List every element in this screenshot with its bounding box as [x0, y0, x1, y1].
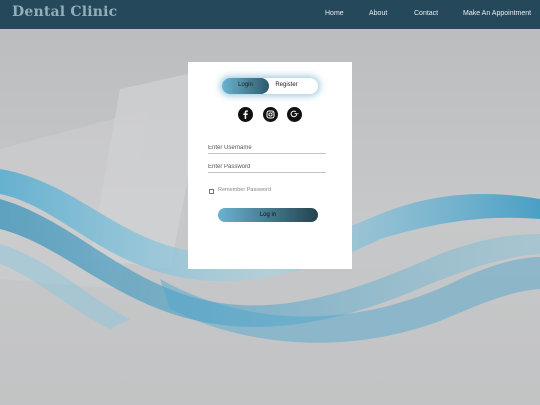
- password-input[interactable]: [208, 161, 326, 173]
- login-card: Login Register Remember Password Log in: [188, 62, 352, 269]
- nav-home-link[interactable]: Home: [325, 10, 344, 17]
- brand-logo[interactable]: Dental Clinic: [12, 4, 117, 20]
- nav-about-link[interactable]: About: [369, 10, 387, 17]
- facebook-icon[interactable]: [238, 107, 253, 122]
- tab-register[interactable]: Register: [263, 82, 310, 88]
- login-button[interactable]: Log in: [218, 208, 318, 222]
- nav-appointment-link[interactable]: Make An Appointment: [463, 10, 531, 17]
- instagram-icon[interactable]: [263, 107, 278, 122]
- username-input[interactable]: [208, 142, 326, 154]
- remember-password-checkbox[interactable]: [209, 189, 214, 194]
- tab-login[interactable]: Login: [222, 82, 269, 88]
- google-plus-icon[interactable]: [287, 107, 302, 122]
- remember-password-label: Remember Password: [218, 187, 271, 193]
- navbar: Dental Clinic Home About Contact Make An…: [0, 0, 540, 29]
- auth-toggle: Login Register: [222, 78, 318, 94]
- nav-contact-link[interactable]: Contact: [414, 10, 438, 17]
